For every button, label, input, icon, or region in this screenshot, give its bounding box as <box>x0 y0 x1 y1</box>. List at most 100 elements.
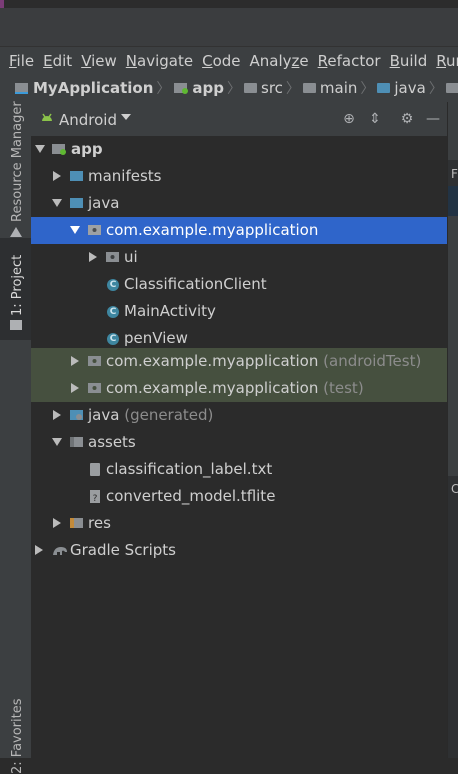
tree-item-res[interactable]: res <box>31 510 447 537</box>
menu-edit[interactable]: Edit <box>43 52 72 70</box>
menu-refactor[interactable]: Refactor <box>318 52 381 70</box>
menu-build[interactable]: Build <box>390 52 428 70</box>
tree-item-label: assets <box>88 433 136 451</box>
tree-item-classification-label[interactable]: classification_label.txt <box>31 456 447 483</box>
tree-item-app[interactable]: app <box>31 136 447 163</box>
tree-item-suffix: (generated) <box>124 406 214 424</box>
class-icon: C <box>107 279 119 291</box>
expand-arrow-icon[interactable] <box>35 545 43 555</box>
package-icon <box>88 225 101 235</box>
menu-code[interactable]: Code <box>202 52 240 70</box>
tree-item-assets[interactable]: assets <box>31 429 447 456</box>
menu-file[interactable]: File <box>9 52 34 70</box>
expand-arrow-icon[interactable] <box>35 145 45 153</box>
breadcrumb-main[interactable]: main <box>302 79 357 97</box>
android-icon <box>39 110 55 130</box>
breadcrumb-separator: 〉 <box>227 81 241 97</box>
project-icon <box>15 83 28 94</box>
tree-item-label: java <box>88 406 120 424</box>
tree-item-gradle-scripts[interactable]: Gradle Scripts <box>31 537 447 564</box>
tree-item-label: Gradle Scripts <box>70 541 176 559</box>
tree-item-label: ClassificationClient <box>124 275 267 293</box>
window-titlebar <box>0 0 458 8</box>
navigation-bar: MyApplication 〉 app 〉 src 〉 main 〉 java … <box>0 74 458 103</box>
res-folder-icon <box>70 518 83 528</box>
tree-item-ui[interactable]: ui <box>31 244 447 271</box>
tree-item-label: res <box>88 514 111 532</box>
breadcrumb-java[interactable]: java <box>377 79 426 97</box>
tree-item-label: com.example.myapplication <box>106 352 319 370</box>
tree-item-label: java <box>88 194 120 212</box>
breadcrumb-separator: 〉 <box>156 81 171 97</box>
minimize-icon[interactable]: — <box>425 111 441 127</box>
module-folder-icon <box>174 83 189 94</box>
chevron-down-icon[interactable] <box>121 114 131 120</box>
resource-manager-icon <box>9 226 23 242</box>
expand-arrow-icon[interactable] <box>70 226 80 234</box>
project-view-selector[interactable]: Android <box>59 111 117 129</box>
tree-item-classificationclient[interactable]: C ClassificationClient <box>31 271 447 298</box>
tree-item-mainactivity[interactable]: C MainActivity <box>31 298 447 325</box>
breadcrumb-separator: 〉 <box>285 81 300 97</box>
tree-item-label: penView <box>124 329 188 347</box>
collapse-icon[interactable]: ⇕ <box>367 111 383 127</box>
bottom-panel-fragment <box>448 476 458 758</box>
tree-item-converted-model[interactable]: ? converted_model.tflite <box>31 483 447 510</box>
assets-folder-icon <box>70 437 83 447</box>
expand-arrow-icon[interactable] <box>71 356 79 366</box>
gradle-icon <box>53 547 67 555</box>
breadcrumb-com[interactable]: com <box>445 79 458 97</box>
menu-analyze[interactable]: Analyze <box>250 52 309 70</box>
tree-item-java[interactable]: java <box>31 190 447 217</box>
tree-item-label: com.example.myapplication <box>106 221 319 239</box>
expand-arrow-icon[interactable] <box>52 199 62 207</box>
tree-item-package-main[interactable]: com.example.myapplication <box>31 217 447 244</box>
module-folder-icon <box>52 144 66 155</box>
tree-item-manifests[interactable]: manifests <box>31 163 447 190</box>
generated-folder-icon <box>70 410 83 420</box>
resource-manager-tab[interactable]: Resource Manager <box>10 101 25 222</box>
expand-arrow-icon[interactable] <box>71 383 79 393</box>
breadcrumb-separator: 〉 <box>428 81 443 97</box>
project-panel-toolbar: Android ⊕ ⇕ ⚙ — <box>31 102 447 137</box>
breadcrumb-project[interactable]: MyApplication <box>14 79 153 97</box>
menu-navigate[interactable]: Navigate <box>126 52 193 70</box>
expand-arrow-icon[interactable] <box>53 171 61 181</box>
class-icon: C <box>107 306 119 318</box>
tree-item-package-test[interactable]: com.example.myapplication (test) <box>31 375 447 402</box>
gear-icon[interactable]: ⚙ <box>399 111 415 127</box>
expand-arrow-icon[interactable] <box>52 438 62 446</box>
expand-arrow-icon[interactable] <box>53 518 61 528</box>
expand-arrow-icon[interactable] <box>89 252 97 262</box>
target-icon[interactable]: ⊕ <box>341 111 357 127</box>
folder-icon <box>244 83 257 93</box>
menu-view[interactable]: View <box>81 52 117 70</box>
breadcrumb-app[interactable]: app <box>173 79 224 97</box>
editor-fragment-selection <box>448 186 458 216</box>
class-icon: C <box>107 333 119 345</box>
tree-item-label: ui <box>124 248 138 266</box>
unknown-file-icon: ? <box>90 490 100 504</box>
svg-text:?: ? <box>93 494 98 504</box>
tree-item-package-androidtest[interactable]: com.example.myapplication (androidTest) <box>31 348 447 375</box>
menu-run[interactable]: Run <box>436 52 458 70</box>
text-file-icon <box>90 463 100 476</box>
package-icon <box>106 252 119 262</box>
expand-arrow-icon[interactable] <box>53 410 61 420</box>
folder-icon <box>70 171 83 181</box>
tree-item-label: converted_model.tflite <box>106 487 276 505</box>
favorites-tab[interactable]: 2: Favorites <box>10 698 25 774</box>
editor-fragment-text: F <box>451 167 458 181</box>
breadcrumb-separator: 〉 <box>360 81 375 97</box>
folder-icon <box>302 83 316 93</box>
project-tree: app manifests java com.example.myapplica… <box>31 136 447 758</box>
tree-item-suffix: (test) <box>323 379 364 397</box>
breadcrumb-src[interactable]: src <box>244 79 283 97</box>
titlebar-gap <box>0 8 458 46</box>
tree-item-label: manifests <box>88 167 162 185</box>
tree-item-java-generated[interactable]: java (generated) <box>31 402 447 429</box>
bottom-panel-fragment-text: C <box>451 482 458 496</box>
project-tab[interactable]: 1: Project <box>10 255 25 316</box>
menu-bar: File Edit View Navigate Code Analyze Ref… <box>0 46 458 75</box>
tree-item-label: classification_label.txt <box>106 460 273 478</box>
